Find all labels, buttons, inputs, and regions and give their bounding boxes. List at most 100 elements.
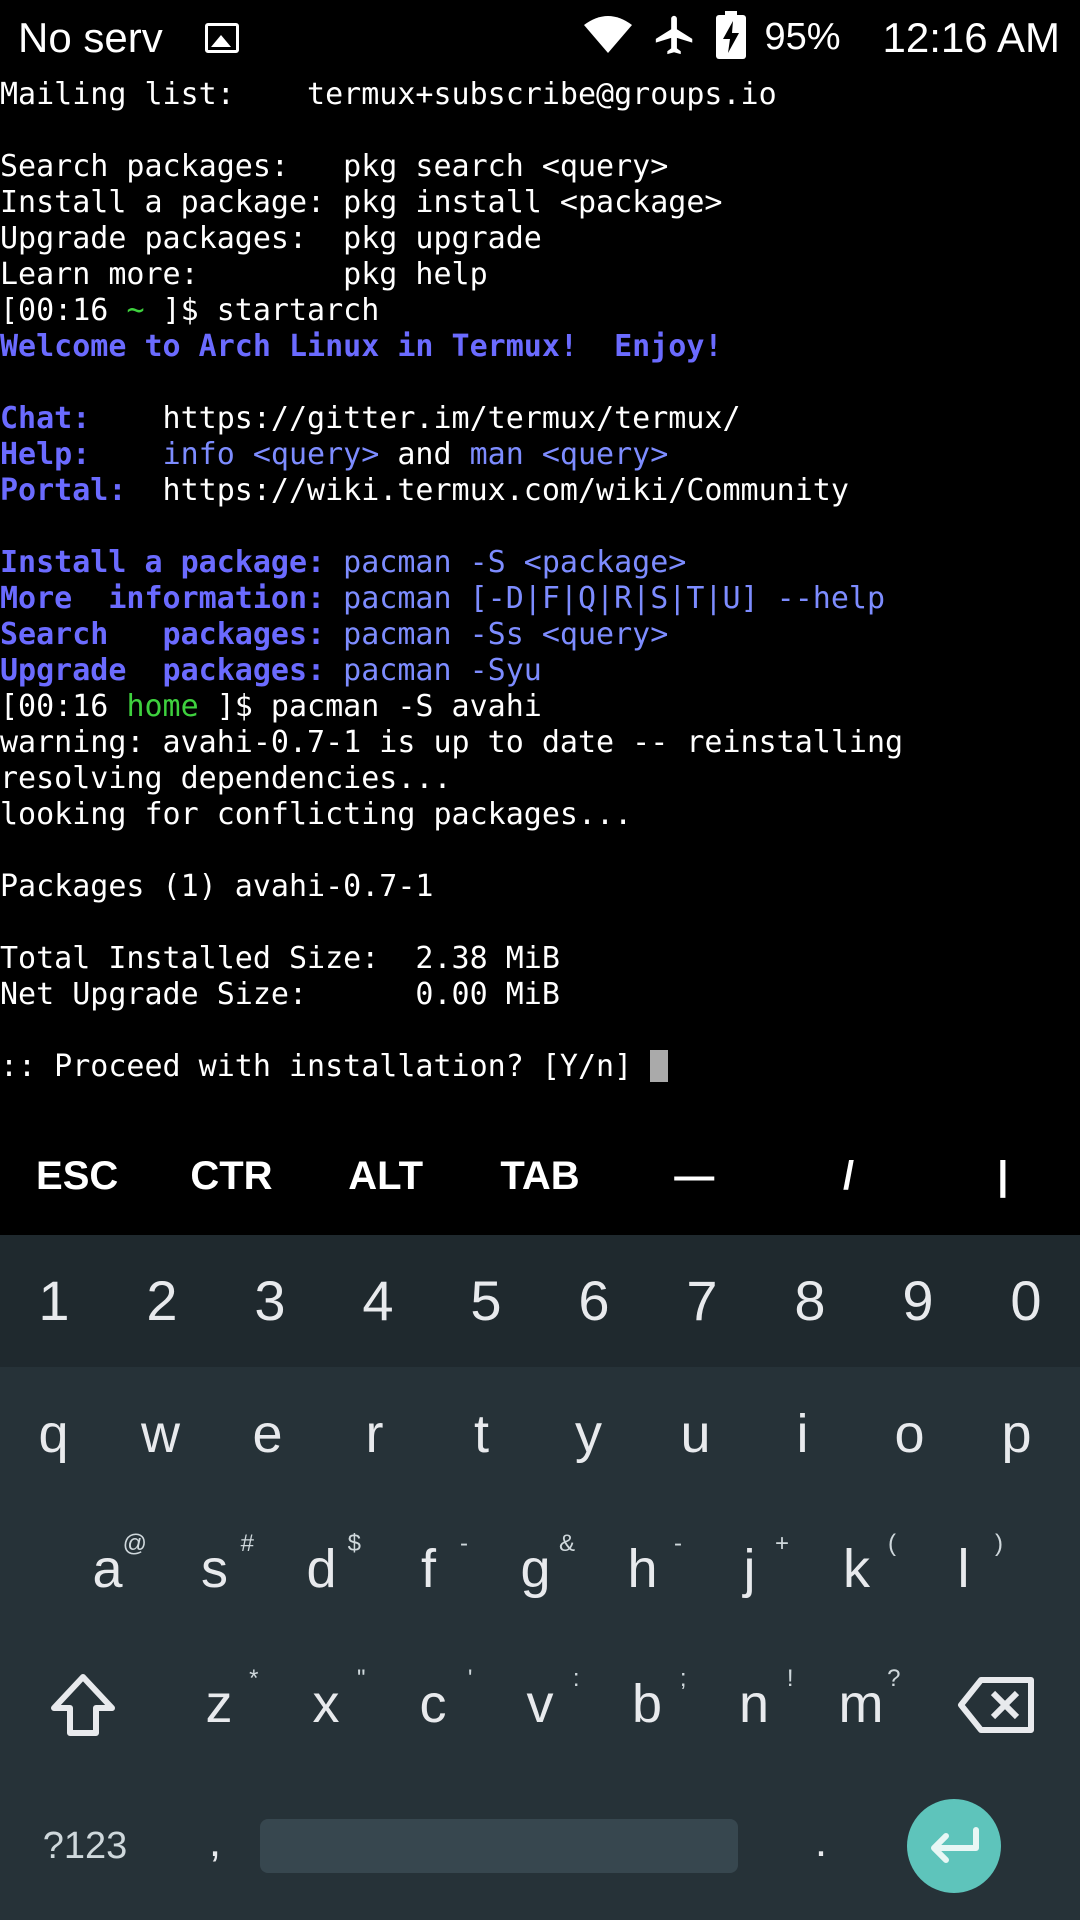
key-3[interactable]: 3 bbox=[216, 1235, 324, 1367]
key-s[interactable]: s # bbox=[161, 1502, 268, 1637]
key-secondary-label: # bbox=[240, 1530, 254, 1557]
key-1[interactable]: 1 bbox=[0, 1235, 108, 1367]
key-k[interactable]: k( bbox=[803, 1502, 910, 1637]
letter-row-3: z * x " c ' v: b; n! m? bbox=[0, 1637, 1080, 1772]
key-m[interactable]: m? bbox=[808, 1637, 915, 1772]
spacebar bbox=[260, 1819, 738, 1873]
key-w[interactable]: w bbox=[107, 1367, 214, 1502]
key-x[interactable]: x " bbox=[273, 1637, 380, 1772]
terminal-line: Chat: https://gitter.im/termux/termux/ bbox=[0, 401, 1080, 437]
extra-key[interactable]: / bbox=[771, 1140, 925, 1235]
terminal-text: Search packages: bbox=[0, 617, 326, 652]
extra-key[interactable]: | bbox=[926, 1140, 1080, 1235]
terminal-line: Upgrade packages: pacman -Syu bbox=[0, 653, 1080, 689]
terminal-output[interactable]: Mailing list: termux+subscribe@groups.io… bbox=[0, 77, 1080, 1117]
terminal-text: Packages (1) avahi-0.7-1 bbox=[0, 869, 434, 904]
enter-button bbox=[907, 1799, 1001, 1893]
key-label: f bbox=[420, 1539, 436, 1599]
comma-key[interactable]: , bbox=[170, 1772, 260, 1920]
key-j[interactable]: j + bbox=[696, 1502, 803, 1637]
key-6[interactable]: 6 bbox=[540, 1235, 648, 1367]
extra-keys-row: ESC CTR ALT TAB — / | bbox=[0, 1140, 1080, 1235]
key-q[interactable]: q bbox=[0, 1367, 107, 1502]
key-g[interactable]: g & bbox=[482, 1502, 589, 1637]
extra-key[interactable]: CTR bbox=[154, 1140, 308, 1235]
key-5[interactable]: 5 bbox=[432, 1235, 540, 1367]
terminal-line: Upgrade packages: pkg upgrade bbox=[0, 221, 1080, 257]
terminal-text: Search packages: pkg search <query> bbox=[0, 149, 669, 184]
terminal-line: Install a package: pacman -S <package> bbox=[0, 545, 1080, 581]
key-a[interactable]: a @ bbox=[54, 1502, 161, 1637]
terminal-line: Search packages: pacman -Ss <query> bbox=[0, 617, 1080, 653]
key-label: m bbox=[838, 1674, 884, 1734]
terminal-text: home bbox=[126, 689, 199, 724]
key-0[interactable]: 0 bbox=[972, 1235, 1080, 1367]
key-p[interactable]: p bbox=[963, 1367, 1070, 1502]
terminal-text: Mailing list: termux+subscribe@groups.io bbox=[0, 77, 777, 112]
battery-percent: 95% bbox=[764, 16, 841, 58]
status-bar: No service 95% 12:16 AM bbox=[0, 0, 1080, 75]
terminal-text: More information: bbox=[0, 581, 326, 616]
period-key[interactable]: . bbox=[738, 1772, 904, 1920]
key-label: z bbox=[205, 1674, 233, 1734]
terminal-line: resolving dependencies... bbox=[0, 761, 1080, 797]
key-i[interactable]: i bbox=[749, 1367, 856, 1502]
terminal-text: ]$ startarch bbox=[144, 293, 380, 328]
key-b[interactable]: b; bbox=[594, 1637, 701, 1772]
image-icon bbox=[205, 22, 239, 53]
key-label: k bbox=[843, 1539, 870, 1599]
terminal-text: https://gitter.im/termux/termux/ bbox=[90, 401, 741, 436]
key-9[interactable]: 9 bbox=[864, 1235, 972, 1367]
terminal-text: pacman -Ss <query> bbox=[325, 617, 669, 652]
key-z[interactable]: z * bbox=[166, 1637, 273, 1772]
key-label: h bbox=[627, 1539, 658, 1599]
terminal-line: Mailing list: termux+subscribe@groups.io bbox=[0, 77, 1080, 113]
key-7[interactable]: 7 bbox=[648, 1235, 756, 1367]
terminal-text: ]$ pacman -S avahi bbox=[198, 689, 542, 724]
key-u[interactable]: u bbox=[642, 1367, 749, 1502]
key-secondary-label: ? bbox=[887, 1665, 901, 1692]
key-f[interactable]: f- bbox=[375, 1502, 482, 1637]
extra-key[interactable]: ALT bbox=[309, 1140, 463, 1235]
key-t[interactable]: t bbox=[428, 1367, 535, 1502]
wifi-icon bbox=[582, 13, 634, 62]
key-8[interactable]: 8 bbox=[756, 1235, 864, 1367]
key-label: n bbox=[738, 1674, 770, 1734]
key-o[interactable]: o bbox=[856, 1367, 963, 1502]
extra-key[interactable]: — bbox=[617, 1140, 771, 1235]
backspace-key[interactable] bbox=[915, 1637, 1080, 1772]
key-label: b bbox=[631, 1674, 663, 1734]
key-n[interactable]: n! bbox=[701, 1637, 808, 1772]
space-key[interactable] bbox=[260, 1772, 738, 1920]
terminal-text: info <query> bbox=[162, 437, 380, 472]
key-label: g bbox=[520, 1539, 551, 1599]
key-secondary-label: * bbox=[249, 1665, 259, 1692]
key-r[interactable]: r bbox=[321, 1367, 428, 1502]
terminal-text: pacman [-D|F|Q|R|S|T|U] --help bbox=[325, 581, 886, 616]
key-c[interactable]: c ' bbox=[380, 1637, 487, 1772]
key-secondary-label: ( bbox=[888, 1530, 896, 1557]
key-e[interactable]: e bbox=[214, 1367, 321, 1502]
shift-key[interactable] bbox=[0, 1637, 166, 1772]
key-4[interactable]: 4 bbox=[324, 1235, 432, 1367]
terminal-line: [00:16 ~ ]$ startarch bbox=[0, 293, 1080, 329]
key-v[interactable]: v: bbox=[487, 1637, 594, 1772]
extra-key[interactable]: ESC bbox=[0, 1140, 154, 1235]
terminal-line: Learn more: pkg help bbox=[0, 257, 1080, 293]
key-y[interactable]: y bbox=[535, 1367, 642, 1502]
key-secondary-label: + bbox=[774, 1530, 789, 1557]
key-l[interactable]: l) bbox=[910, 1502, 1017, 1637]
key-label: v bbox=[526, 1674, 554, 1734]
symbols-key[interactable]: ?123 bbox=[0, 1772, 170, 1920]
key-label: c bbox=[419, 1674, 447, 1734]
key-h[interactable]: h- bbox=[589, 1502, 696, 1637]
terminal-text: Upgrade packages: bbox=[0, 653, 326, 688]
enter-key[interactable] bbox=[904, 1772, 1004, 1920]
terminal-text: Chat: bbox=[0, 401, 91, 436]
extra-key[interactable]: TAB bbox=[463, 1140, 617, 1235]
terminal-text: Learn more: pkg help bbox=[0, 257, 488, 292]
key-d[interactable]: d $ bbox=[268, 1502, 375, 1637]
key-2[interactable]: 2 bbox=[108, 1235, 216, 1367]
